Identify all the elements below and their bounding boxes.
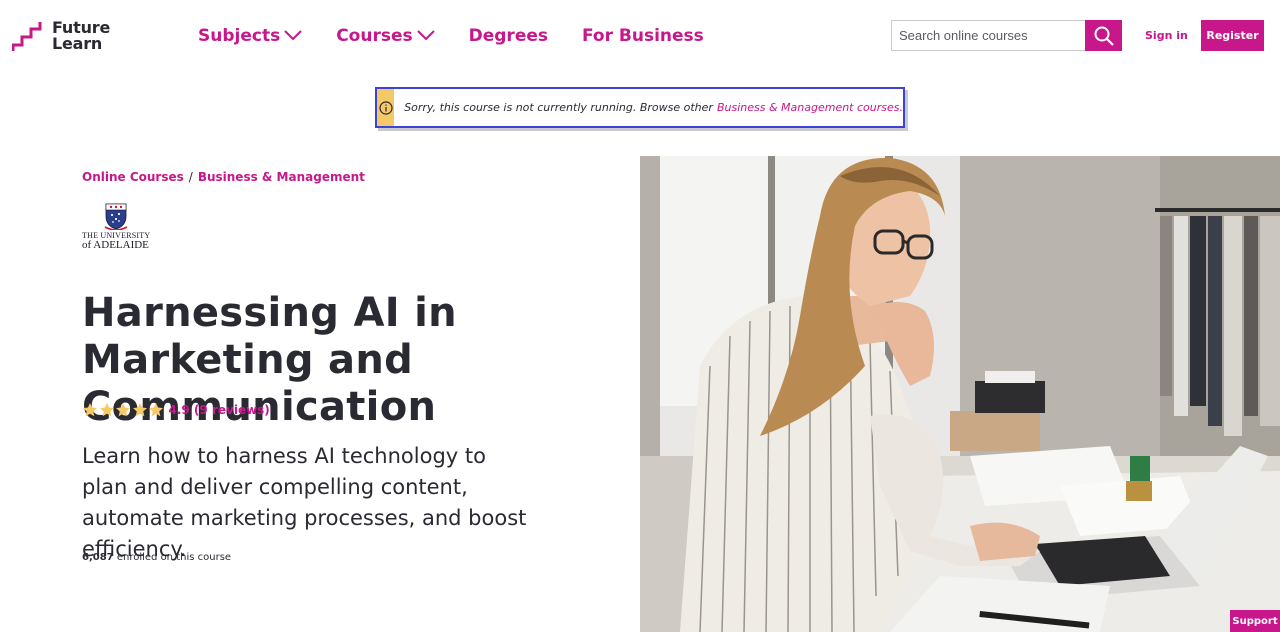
nav-courses[interactable]: Courses — [336, 26, 435, 46]
course-description: Learn how to harness AI technology to pl… — [82, 444, 527, 561]
course-not-running-notice: Sorry, this course is not currently runn… — [375, 87, 905, 128]
search-icon — [1094, 26, 1114, 46]
course-hero-image — [640, 156, 1280, 632]
university-crest-icon — [104, 203, 128, 230]
chevron-down-icon — [416, 26, 435, 46]
chevron-down-icon — [284, 26, 302, 46]
search-input[interactable] — [891, 20, 1085, 51]
enrolled-label: enrolled on this course — [116, 552, 232, 563]
nav-degrees-label: Degrees — [468, 26, 548, 46]
page: Future Learn Subjects Courses Degrees Fo… — [0, 0, 1280, 632]
university-logo[interactable]: THE UNIVERSITY of ADELAIDE — [82, 202, 152, 251]
info-icon — [377, 89, 395, 126]
notice-text: Sorry, this course is not currently runn… — [404, 101, 713, 114]
nav-subjects-label: Subjects — [198, 26, 281, 46]
main-nav: Subjects Courses Degrees For Business — [198, 26, 738, 46]
futurelearn-logo[interactable]: Future Learn — [12, 20, 110, 52]
university-name-line-2: of ADELAIDE — [82, 239, 149, 251]
logo-wordmark: Future Learn — [52, 20, 110, 52]
star-icon — [83, 403, 97, 417]
woman-at-laptop-photo — [640, 156, 1280, 632]
breadcrumb-business-management[interactable]: Business & Management — [198, 170, 365, 184]
nav-subjects[interactable]: Subjects — [198, 26, 302, 46]
star-icon — [149, 403, 163, 417]
support-button[interactable]: Support — [1230, 610, 1280, 632]
star-icon — [99, 403, 114, 417]
register-button[interactable]: Register — [1201, 20, 1264, 51]
enrolled-number: 6,087 — [82, 552, 114, 563]
breadcrumb-separator: / — [188, 170, 193, 184]
search-bar — [891, 20, 1122, 51]
notice-browse-link[interactable]: Business & Management courses. — [717, 101, 903, 114]
star-icon — [132, 403, 147, 417]
star-icon — [116, 403, 130, 417]
nav-for-business[interactable]: For Business — [582, 26, 704, 46]
course-rating: 4.9 (9 reviews) — [82, 402, 270, 418]
nav-for-business-label: For Business — [582, 26, 704, 46]
breadcrumb-online-courses[interactable]: Online Courses — [82, 170, 184, 184]
enrolled-count: 6,087 enrolled on this course — [82, 552, 231, 563]
nav-courses-label: Courses — [336, 26, 413, 46]
search-button[interactable] — [1085, 20, 1122, 51]
futurelearn-logo-icon — [12, 22, 42, 51]
sign-in-link[interactable]: Sign in — [1145, 29, 1188, 42]
reviews-link[interactable]: 4.9 (9 reviews) — [169, 403, 270, 417]
breadcrumb: Online Courses / Business & Management — [82, 170, 365, 184]
logo-line-2: Learn — [52, 34, 103, 53]
star-rating — [82, 402, 165, 418]
notice-message: Sorry, this course is not currently runn… — [394, 89, 903, 126]
nav-degrees[interactable]: Degrees — [469, 26, 548, 46]
